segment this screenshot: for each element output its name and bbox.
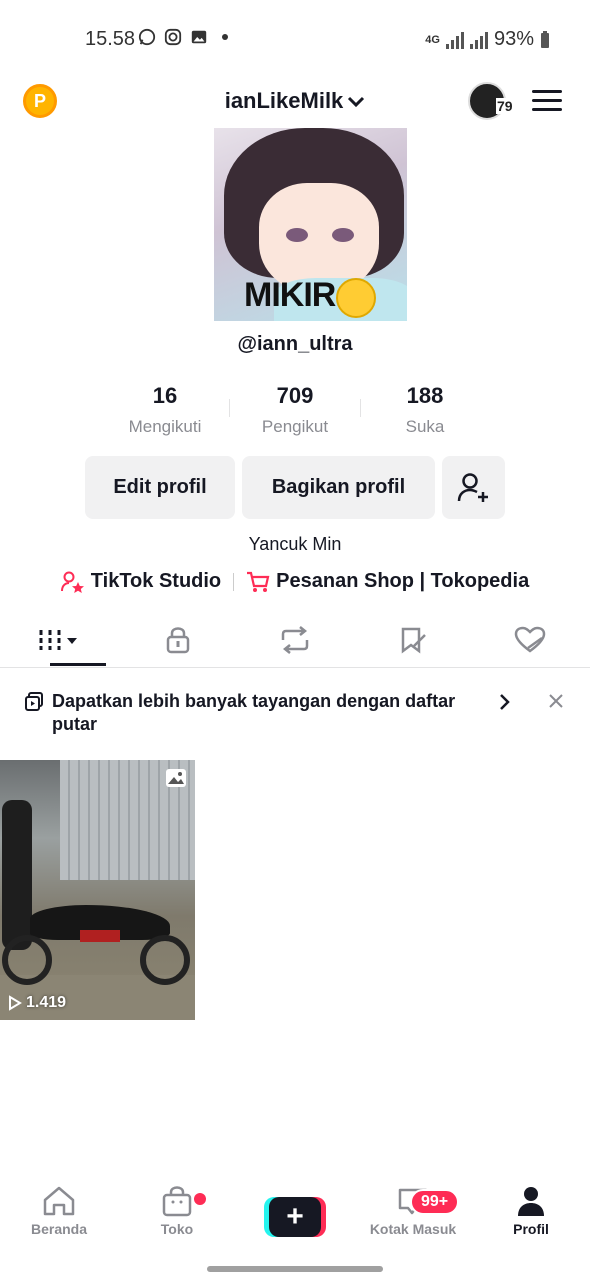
creator-badge-count: 79 [496, 98, 514, 114]
home-icon [43, 1186, 75, 1216]
stat-label: Suka [405, 417, 445, 436]
nav-label: Profil [513, 1221, 549, 1237]
video-thumbnail[interactable]: 1.419 [0, 760, 195, 1020]
divider [360, 399, 361, 417]
shopping-bag-icon [162, 1186, 192, 1217]
photo-post-icon [166, 769, 186, 787]
active-tab-indicator [50, 663, 106, 666]
avatar-caption: MIKIR [244, 276, 336, 314]
bottom-navigation: Beranda Toko + Kotak Masuk 99+ Profil [0, 1185, 590, 1255]
stat-label: Mengikuti [128, 417, 202, 436]
notification-icons [138, 28, 228, 46]
lock-icon [166, 627, 189, 654]
shop-orders-link[interactable]: Pesanan Shop | Tokopedia [246, 570, 529, 593]
view-count-value: 1.419 [26, 994, 67, 1011]
whatsapp-icon [138, 28, 156, 46]
profile-stats: 16 Mengikuti 709 Pengikut 188 Suka [100, 383, 490, 443]
avatar[interactable]: MIKIR [214, 128, 407, 321]
add-friends-button[interactable] [442, 456, 505, 519]
profile-links: TikTok Studio Pesanan Shop | Tokopedia [0, 570, 590, 593]
nav-label: Kotak Masuk [369, 1221, 457, 1237]
status-bar: 15.58 4G 93% [0, 20, 590, 60]
tiktok-studio-label: TikTok Studio [90, 570, 222, 592]
gallery-icon [191, 30, 207, 44]
stat-following[interactable]: 16 Mengikuti [100, 383, 230, 443]
tiktok-studio-link[interactable]: TikTok Studio [60, 570, 222, 593]
header-username: ianLikeMilk [224, 88, 344, 113]
chevron-down-icon [348, 97, 365, 108]
stat-followers[interactable]: 709 Pengikut [230, 383, 360, 443]
close-icon[interactable] [548, 693, 564, 709]
battery-icon [541, 30, 549, 48]
divider [233, 572, 235, 591]
chevron-right-icon[interactable] [498, 692, 512, 712]
tab-videos[interactable] [20, 620, 100, 660]
grid-icon [39, 630, 77, 650]
signal-icon-2 [469, 31, 488, 49]
tab-private[interactable] [138, 620, 218, 660]
divider [0, 667, 590, 668]
shop-orders-label: Pesanan Shop | Tokopedia [276, 570, 530, 592]
instagram-icon [164, 28, 182, 46]
nav-label: Toko [160, 1221, 194, 1237]
stat-likes[interactable]: 188 Suka [360, 383, 490, 443]
plus-icon: + [269, 1197, 321, 1237]
divider [229, 399, 230, 417]
playlist-icon [25, 692, 43, 711]
tab-favorites[interactable] [373, 620, 453, 660]
playlist-banner[interactable]: Dapatkan lebih banyak tayangan dengan da… [0, 680, 590, 750]
menu-icon[interactable] [532, 90, 562, 112]
tab-reposts[interactable] [255, 620, 335, 660]
repost-icon [281, 626, 309, 654]
network-type: 4G [425, 33, 440, 46]
profile-icon [518, 1187, 544, 1216]
home-indicator [207, 1266, 383, 1272]
nav-shop[interactable]: Toko [122, 1185, 232, 1255]
nav-profile[interactable]: Profil [476, 1185, 586, 1255]
add-user-icon [457, 472, 488, 502]
edit-profile-button[interactable]: Edit profil [85, 456, 235, 519]
play-icon [9, 995, 22, 1011]
create-button[interactable]: + [264, 1197, 326, 1237]
more-notifications-dot [222, 34, 228, 40]
nav-label: Beranda [30, 1221, 88, 1237]
stat-value: 16 [152, 383, 178, 408]
stat-value: 709 [276, 383, 314, 408]
profile-handle: @iann_ultra [237, 333, 353, 355]
bookmark-hidden-icon [401, 627, 426, 654]
tab-liked[interactable] [490, 620, 570, 660]
inbox-badge: 99+ [410, 1189, 460, 1215]
profile-header: P ianLikeMilk 79 [0, 80, 590, 124]
system-status: 4G 93% [425, 28, 550, 51]
heart-hidden-icon [514, 626, 546, 653]
share-profile-button[interactable]: Bagikan profil [242, 456, 435, 519]
battery-percent: 93% [493, 28, 534, 50]
smirk-emoji-icon [336, 278, 376, 318]
status-time: 15.58 [85, 28, 136, 50]
signal-icon [445, 31, 464, 49]
stat-label: Pengikut [261, 417, 329, 436]
nav-home[interactable]: Beranda [4, 1185, 114, 1255]
playlist-banner-text: Dapatkan lebih banyak tayangan dengan da… [52, 691, 456, 734]
shopping-cart-icon [247, 571, 270, 592]
studio-icon [60, 571, 84, 593]
view-count: 1.419 [8, 994, 66, 1012]
profile-bio: Yancuk Min [248, 534, 342, 554]
stat-value: 188 [406, 383, 444, 408]
content-tabs [20, 620, 570, 668]
shop-notification-dot [194, 1193, 206, 1205]
